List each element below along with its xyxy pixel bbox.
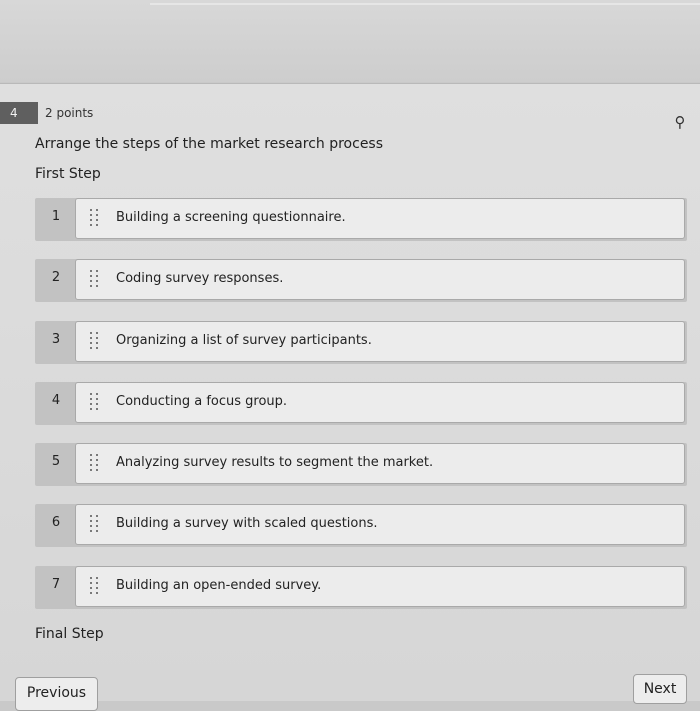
item-label: Building a survey with scaled questions. [116, 516, 378, 531]
row-number: 5 [51, 454, 61, 469]
ordering-row: 6 Building a survey with scaled question… [35, 504, 687, 547]
item-label: Building a screening questionnaire. [116, 210, 346, 225]
ordering-row: 1 Building a screening questionnaire. [35, 198, 687, 241]
question-number: 4 [0, 102, 38, 124]
row-number: 7 [51, 577, 61, 592]
ordering-item[interactable]: Building an open-ended survey. [75, 566, 685, 607]
drag-handle-icon[interactable] [90, 270, 100, 288]
row-number: 2 [51, 270, 61, 285]
ordering-item[interactable]: Organizing a list of survey participants… [75, 321, 685, 362]
row-number: 6 [51, 515, 61, 530]
ordering-item[interactable]: Conducting a focus group. [75, 382, 685, 423]
item-label: Coding survey responses. [116, 271, 284, 286]
row-number: 3 [51, 332, 61, 347]
item-label: Building an open-ended survey. [116, 578, 322, 593]
ordering-item[interactable]: Building a screening questionnaire. [75, 198, 685, 239]
drag-handle-icon[interactable] [90, 332, 100, 350]
ordering-item[interactable]: Analyzing survey results to segment the … [75, 443, 685, 484]
row-number: 4 [51, 393, 61, 408]
final-step-label: Final Step [35, 626, 104, 642]
drag-handle-icon[interactable] [90, 454, 100, 472]
question-prompt: Arrange the steps of the market research… [35, 136, 384, 152]
ordering-item[interactable]: Coding survey responses. [75, 259, 685, 300]
question-card: 4 2 points ⚲ Arrange the steps of the ma… [0, 83, 700, 711]
drag-handle-icon[interactable] [90, 393, 100, 411]
drag-handle-icon[interactable] [90, 515, 100, 533]
item-label: Organizing a list of survey participants… [116, 333, 372, 348]
question-points: 2 points [45, 106, 94, 120]
first-step-label: First Step [35, 166, 101, 182]
top-edge [150, 3, 700, 5]
previous-button[interactable]: Previous [15, 677, 98, 711]
ordering-row: 7 Building an open-ended survey. [35, 566, 687, 609]
drag-handle-icon[interactable] [90, 577, 100, 595]
ordering-row: 2 Coding survey responses. [35, 259, 687, 302]
top-band [0, 0, 700, 82]
ordering-row: 5 Analyzing survey results to segment th… [35, 443, 687, 486]
item-label: Conducting a focus group. [116, 394, 288, 409]
ordering-row: 3 Organizing a list of survey participan… [35, 321, 687, 364]
pin-icon[interactable]: ⚲ [670, 112, 690, 132]
drag-handle-icon[interactable] [90, 209, 100, 227]
row-number: 1 [51, 209, 61, 224]
ordering-row: 4 Conducting a focus group. [35, 382, 687, 425]
item-label: Analyzing survey results to segment the … [116, 455, 434, 470]
ordering-item[interactable]: Building a survey with scaled questions. [75, 504, 685, 545]
